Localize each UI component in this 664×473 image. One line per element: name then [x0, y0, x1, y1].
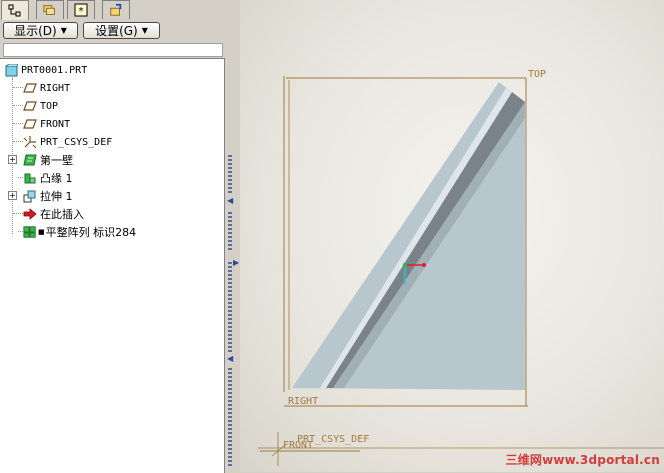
tab-connections[interactable]	[102, 0, 130, 19]
tree-connector	[13, 141, 23, 142]
tree-item-flat-pattern[interactable]: ■ 平整阵列 标识284	[23, 223, 136, 241]
flange-icon	[23, 171, 37, 185]
datum-plane-icon	[23, 117, 37, 131]
expand-right-icon[interactable]: ▶	[233, 258, 239, 267]
tree-item-label: PRT_CSYS_DEF	[40, 136, 113, 148]
tree-item-label: 第一壁	[40, 154, 73, 167]
collapse-left-icon[interactable]: ◀	[227, 196, 233, 205]
suppressed-marker-icon: ■	[38, 228, 45, 236]
panel-splitter[interactable]: ◀ ◀	[226, 0, 240, 472]
csys-x-tip	[422, 263, 426, 267]
datum-right-label: RIGHT	[288, 396, 319, 407]
datum-plane-icon	[23, 81, 37, 95]
tree-toolbar: 显示(D) ▼ 设置(G) ▼	[0, 20, 228, 42]
model-tree-icon	[8, 4, 22, 18]
insert-here-arrow-icon	[23, 207, 37, 221]
tree-item-label: FRONT	[40, 118, 71, 130]
coordinate-system-icon	[23, 135, 37, 149]
tree-item-label: TOP	[40, 100, 59, 112]
tree-item-label: 凸缘 1	[40, 172, 73, 185]
tree-filter-strip[interactable]	[3, 43, 223, 57]
part-icon	[4, 63, 18, 77]
tree-item-top[interactable]: TOP	[23, 97, 58, 115]
tree-item-label: RIGHT	[40, 82, 71, 94]
csys-label: PRT_CSYS_DEF	[297, 434, 370, 445]
tree-connector	[13, 123, 23, 124]
splitter-grip	[228, 368, 232, 468]
flat-pattern-icon	[23, 225, 37, 239]
model-tree: PRT0001.PRT RIGHT TOP FRONT PRT_CSYS_DEF…	[0, 58, 225, 473]
tree-item-extrude[interactable]: 拉伸 1	[23, 187, 73, 205]
tree-item-csys[interactable]: PRT_CSYS_DEF	[23, 133, 112, 151]
csys-origin	[402, 262, 408, 268]
tab-folder-browser[interactable]	[36, 0, 64, 19]
tree-connector	[13, 87, 23, 88]
chevron-down-icon: ▼	[60, 26, 67, 35]
navigator-panel: * 显示(D) ▼ 设置(G) ▼ PRT0001.PRT RIGHT TOP …	[0, 0, 228, 473]
splitter-grip	[228, 262, 232, 352]
favorites-icon: *	[74, 3, 88, 17]
settings-dropdown-button[interactable]: 设置(G) ▼	[83, 22, 160, 39]
graphics-viewport[interactable]: TOP RIGHT FRONT PRT_CSYS_DEF 三维网www.3dpo…	[240, 0, 664, 472]
folder-browser-icon	[43, 3, 57, 17]
tree-item-first-wall[interactable]: 第一壁	[23, 151, 73, 169]
datum-plane-icon	[23, 99, 37, 113]
tree-item-label: 拉伸 1	[40, 190, 73, 203]
expand-toggle[interactable]: +	[8, 155, 17, 164]
expand-toggle[interactable]: +	[8, 191, 17, 200]
tree-connector	[13, 213, 23, 214]
display-dropdown-label: 显示(D)	[14, 24, 57, 38]
svg-text:*: *	[79, 6, 84, 17]
tree-item-label: 在此插入	[40, 208, 84, 221]
chevron-down-icon: ▼	[141, 26, 148, 35]
tree-connector	[13, 105, 23, 106]
tree-item-flange[interactable]: 凸缘 1	[23, 169, 73, 187]
collapse-left-icon[interactable]: ◀	[227, 354, 233, 363]
tab-favorites[interactable]: *	[67, 0, 95, 19]
splitter-grip	[228, 212, 232, 252]
navigator-tab-strip: *	[0, 0, 228, 20]
connections-icon	[109, 3, 123, 17]
tree-root-item[interactable]: PRT0001.PRT	[4, 61, 87, 79]
tab-model-tree[interactable]	[1, 0, 29, 20]
tree-item-right[interactable]: RIGHT	[23, 79, 70, 97]
tree-item-front[interactable]: FRONT	[23, 115, 70, 133]
settings-dropdown-label: 设置(G)	[95, 24, 138, 38]
splitter-grip	[228, 155, 232, 195]
display-dropdown-button[interactable]: 显示(D) ▼	[3, 22, 78, 39]
first-wall-icon	[23, 153, 37, 167]
tree-root-label: PRT0001.PRT	[21, 64, 88, 76]
tree-item-label: 平整阵列 标识284	[45, 226, 137, 239]
datum-top-label: TOP	[528, 69, 547, 80]
extrude-icon	[23, 189, 37, 203]
tree-item-insert-here[interactable]: 在此插入	[23, 205, 84, 223]
watermark-text: 三维网www.3dportal.cn	[505, 453, 660, 467]
